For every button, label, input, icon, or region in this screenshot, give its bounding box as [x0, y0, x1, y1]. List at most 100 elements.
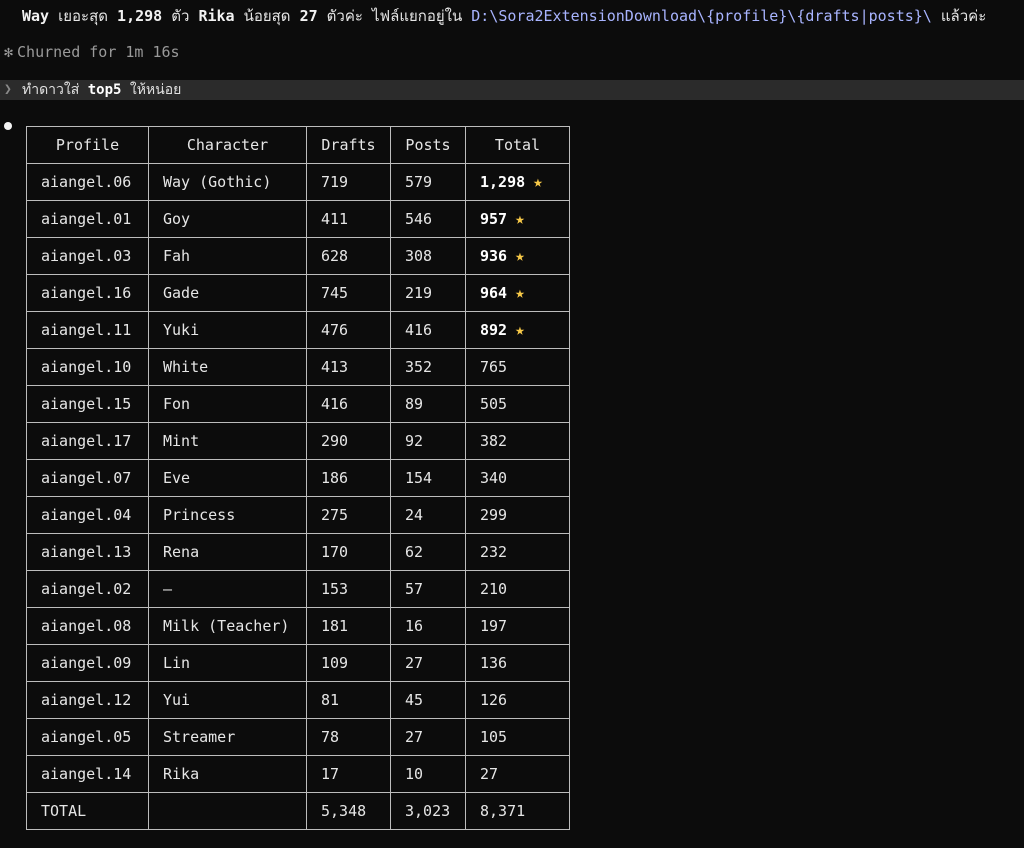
star-icon: ★	[515, 320, 525, 339]
cell-total: 299	[465, 496, 570, 534]
cell-profile: aiangel.03	[26, 237, 149, 275]
cell-drafts: 476	[306, 311, 391, 349]
cell-profile: TOTAL	[26, 792, 149, 830]
cell-character	[148, 792, 307, 830]
cell-posts: 416	[390, 311, 466, 349]
cell-character: Way (Gothic)	[148, 163, 307, 201]
cell-total: 8,371	[465, 792, 570, 830]
cell-posts: 89	[390, 385, 466, 423]
cell-character: Goy	[148, 200, 307, 238]
cell-character: Yuki	[148, 311, 307, 349]
cell-total-value: 1,298	[480, 173, 526, 191]
sparkle-icon: ✻	[4, 43, 14, 61]
cell-total: 957 ★	[465, 200, 570, 238]
star-icon: ★	[515, 283, 525, 302]
cell-total: 27	[465, 755, 570, 793]
cell-character: Princess	[148, 496, 307, 534]
cell-profile: aiangel.09	[26, 644, 149, 682]
cell-character: Fon	[148, 385, 307, 423]
cell-total: 232	[465, 533, 570, 571]
table-row: aiangel.15 Fon 416 89 505	[26, 385, 570, 423]
cell-total-value: 964	[480, 284, 508, 302]
cell-posts: 27	[390, 644, 466, 682]
summary-path: D:\Sora2ExtensionDownload\{profile}\{dra…	[471, 7, 932, 25]
table-body: aiangel.06 Way (Gothic) 719 579 1,298 ★ aiange…	[26, 163, 570, 830]
cell-posts: 27	[390, 718, 466, 756]
cell-character: Mint	[148, 422, 307, 460]
table-row: aiangel.13 Rena 170 62 232	[26, 533, 570, 571]
cell-character: Gade	[148, 274, 307, 312]
cell-total: 892 ★	[465, 311, 570, 349]
cell-posts: 92	[390, 422, 466, 460]
cell-profile: aiangel.10	[26, 348, 149, 386]
table-row: aiangel.02–153 57 210	[26, 570, 570, 608]
cell-character: Streamer	[148, 718, 307, 756]
cell-total: 964 ★	[465, 274, 570, 312]
cell-total: 382	[465, 422, 570, 460]
prompt-text-a: ทำดาวใส่	[22, 82, 88, 98]
cell-drafts: 81	[306, 681, 391, 719]
header-drafts: Drafts	[306, 126, 391, 164]
table-row: aiangel.06 Way (Gothic) 719 579 1,298 ★	[26, 163, 570, 201]
cell-total-value: 957	[480, 210, 508, 228]
cell-posts: 308	[390, 237, 466, 275]
table-row: aiangel.07 Eve 186 154 340	[26, 459, 570, 497]
summary-text-3: น้อยสุด	[234, 7, 300, 25]
cell-posts: 10	[390, 755, 466, 793]
table-row: aiangel.16 Gade 745 219 964 ★	[26, 274, 570, 312]
summary-text-1: เยอะสุด	[49, 7, 118, 25]
profiles-table: Profile Character Drafts Posts Total aia…	[26, 126, 570, 830]
star-icon: ★	[533, 172, 543, 191]
cell-drafts: 290	[306, 422, 391, 460]
cell-drafts: 181	[306, 607, 391, 645]
cell-total: 210	[465, 570, 570, 608]
cell-total: 765	[465, 348, 570, 386]
cell-character: Lin	[148, 644, 307, 682]
table-row: TOTAL 5,348 3,023 8,371	[26, 792, 570, 830]
cell-profile: aiangel.16	[26, 274, 149, 312]
cell-character: Fah	[148, 237, 307, 275]
cell-profile: aiangel.04	[26, 496, 149, 534]
cell-drafts: 275	[306, 496, 391, 534]
cell-drafts: 109	[306, 644, 391, 682]
status-text: Churned for 1m 16s	[17, 43, 180, 61]
cell-posts: 352	[390, 348, 466, 386]
table-row: aiangel.14 Rika 17 10 27	[26, 755, 570, 793]
cell-total: 126	[465, 681, 570, 719]
cell-character: Eve	[148, 459, 307, 497]
prompt-text-c: ให้หน่อย	[121, 82, 182, 98]
cell-profile: aiangel.14	[26, 755, 149, 793]
cell-total: 1,298 ★	[465, 163, 570, 201]
prompt-text-b: top5	[87, 82, 122, 98]
table-row: aiangel.03 Fah 628 308 936 ★	[26, 237, 570, 275]
cell-drafts: 411	[306, 200, 391, 238]
cell-drafts: 5,348	[306, 792, 391, 830]
cell-profile: aiangel.13	[26, 533, 149, 571]
summary-bottom-count: 27	[299, 7, 318, 25]
table-row: aiangel.11 Yuki 476 416 892 ★	[26, 311, 570, 349]
table-row: aiangel.05 Streamer 78 27 105	[26, 718, 570, 756]
table-row: aiangel.04 Princess 275 24 299	[26, 496, 570, 534]
cell-profile: aiangel.17	[26, 422, 149, 460]
header-total: Total	[465, 126, 570, 164]
table-row: aiangel.12 Yui 81 45 126	[26, 681, 570, 719]
cell-posts: 154	[390, 459, 466, 497]
cell-profile: aiangel.08	[26, 607, 149, 645]
cell-drafts: 628	[306, 237, 391, 275]
prompt-caret-icon: ❯	[4, 82, 12, 97]
star-icon: ★	[515, 246, 525, 265]
cell-total-value: 892	[480, 321, 508, 339]
cell-character: Rena	[148, 533, 307, 571]
prompt-text: ทำดาวใส่ top5 ให้หน่อย	[22, 80, 181, 100]
table-row: aiangel.10 White 413 352 765	[26, 348, 570, 386]
cell-posts: 16	[390, 607, 466, 645]
table-row: aiangel.17 Mint 290 92 382	[26, 422, 570, 460]
cell-drafts: 17	[306, 755, 391, 793]
summary-top-count: 1,298	[117, 7, 163, 25]
summary-text-2: ตัว	[162, 7, 199, 25]
star-icon: ★	[515, 209, 525, 228]
cell-total: 105	[465, 718, 570, 756]
table-header-row: Profile Character Drafts Posts Total	[26, 126, 570, 164]
cell-posts: 24	[390, 496, 466, 534]
table-row: aiangel.01 Goy 411 546 957 ★	[26, 200, 570, 238]
